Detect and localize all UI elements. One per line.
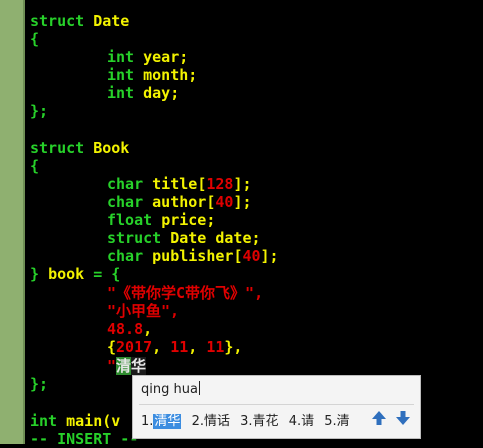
text-caret: [198, 381, 200, 395]
type: char: [107, 247, 144, 265]
comma: ,: [152, 338, 171, 356]
candidate-1[interactable]: 1.清华: [141, 410, 182, 429]
type: char: [107, 175, 144, 193]
number-literal: 11: [170, 338, 189, 356]
type: char: [107, 193, 144, 211]
type: int: [107, 48, 135, 66]
string-literal: "《带你学C带你飞》",: [107, 284, 264, 302]
type: int: [30, 412, 58, 430]
array-size: 40: [242, 247, 261, 265]
candidate-2[interactable]: 2.情话: [192, 410, 230, 429]
brace: }: [30, 265, 40, 283]
type: float: [107, 211, 153, 229]
pinyin-text: qing hua: [141, 382, 198, 397]
code-line: struct Date date;: [107, 229, 261, 247]
struct-name: Date: [93, 12, 130, 30]
bracket: ];: [233, 175, 252, 193]
candidate-text: 请: [301, 414, 315, 429]
struct-name: Book: [93, 139, 130, 157]
field-name: title: [152, 175, 198, 193]
ime-candidate-window[interactable]: qing hua 1.清华 2.情话 3.青花 4.请 5.清: [132, 375, 421, 439]
keyword: struct: [30, 12, 85, 30]
field-name: year;: [143, 48, 189, 66]
status-text: -- INSERT --: [30, 430, 139, 448]
code-line: char title[128];: [107, 175, 252, 193]
candidate-number: 2.: [191, 414, 204, 429]
array-size: 40: [215, 193, 234, 211]
type: int: [107, 66, 135, 84]
arrow-down-icon[interactable]: [394, 409, 412, 427]
code-line: int year;: [107, 48, 188, 66]
candidate-number: 1.: [141, 414, 154, 429]
arrow-up-icon[interactable]: [370, 409, 388, 427]
ime-inline-selected: 清: [116, 357, 132, 375]
code-line: int main(v: [30, 412, 120, 430]
bracket: ];: [260, 247, 279, 265]
candidate-text: 青花: [252, 414, 279, 429]
quote: ": [107, 357, 117, 375]
candidate-4[interactable]: 4.请: [289, 410, 314, 429]
brace: };: [30, 375, 49, 393]
number-literal: 11: [206, 338, 225, 356]
candidate-list: 1.清华 2.情话 3.青花 4.请 5.清: [141, 410, 356, 429]
code-line: {2017, 11, 11},: [107, 338, 242, 356]
bracket: [: [197, 175, 207, 193]
ime-pinyin-input[interactable]: qing hua: [141, 381, 200, 397]
code-line: };: [30, 375, 48, 393]
keyword: struct: [30, 139, 85, 157]
code-line: float price;: [107, 211, 215, 229]
line-number-gutter: [0, 0, 25, 444]
candidate-text: 清华: [153, 414, 182, 429]
variable-name: book: [48, 265, 85, 283]
brace: },: [224, 338, 243, 356]
code-line: "清华: [107, 357, 147, 375]
brace: {: [107, 338, 117, 356]
code-line: "《带你学C带你飞》",: [107, 284, 263, 302]
brace: {: [30, 30, 40, 48]
field-name: month;: [143, 66, 198, 84]
candidate-3[interactable]: 3.青花: [240, 410, 278, 429]
brace: {: [30, 157, 40, 175]
ime-inline-preedit: 华: [131, 357, 147, 375]
candidate-text: 清: [336, 414, 350, 429]
brace: };: [30, 102, 49, 120]
number-literal: 2017: [116, 338, 153, 356]
code-line: int day;: [107, 84, 179, 102]
array-size: 128: [206, 175, 234, 193]
divider: [139, 404, 414, 405]
candidate-number: 3.: [240, 414, 253, 429]
code-line: 48.8,: [107, 320, 152, 338]
field-name: price;: [161, 211, 216, 229]
code-line: struct Date: [30, 12, 129, 30]
code-line: "小甲鱼",: [107, 302, 179, 320]
code-line: } book = {: [30, 265, 120, 283]
string-literal: "小甲鱼",: [107, 302, 180, 320]
candidate-number: 4.: [288, 414, 302, 429]
assign: = {: [93, 265, 121, 283]
code-line: struct Book: [30, 139, 129, 157]
code-line: {: [30, 157, 39, 175]
comma: ,: [143, 320, 153, 338]
mode-status: -- INSERT --: [30, 430, 138, 448]
field-name: publisher: [152, 247, 234, 265]
candidate-number: 5.: [324, 414, 337, 429]
field-name: day;: [143, 84, 180, 102]
field-name: author: [152, 193, 207, 211]
code-line: char author[40];: [107, 193, 252, 211]
bracket: ];: [233, 193, 252, 211]
field-name: date;: [215, 229, 261, 247]
function-name: main(v: [66, 412, 121, 430]
type: int: [107, 84, 135, 102]
code-line: char publisher[40];: [107, 247, 279, 265]
type: struct: [107, 229, 162, 247]
code-line: int month;: [107, 66, 197, 84]
comma: ,: [188, 338, 207, 356]
page-arrows: [370, 409, 412, 427]
candidate-text: 情话: [203, 414, 230, 429]
candidate-5[interactable]: 5.清: [324, 410, 349, 429]
number-literal: 48.8: [107, 320, 144, 338]
code-line: {: [30, 30, 39, 48]
code-line: };: [30, 102, 48, 120]
struct-name: Date: [170, 229, 207, 247]
